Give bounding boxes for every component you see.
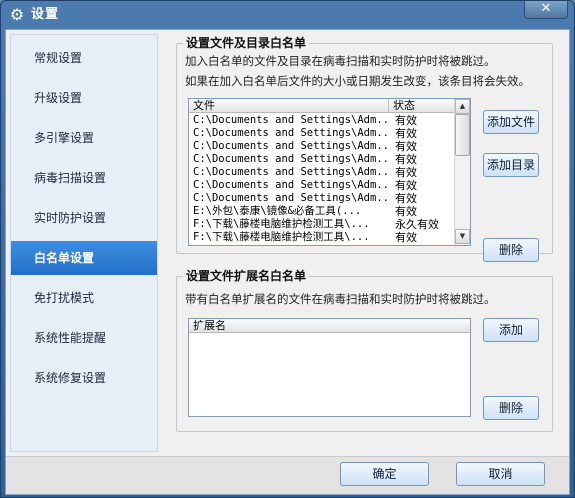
gear-icon: ⚙: [9, 5, 25, 24]
file-list-header: 文件 状态: [189, 99, 455, 113]
file-status: 有效: [395, 205, 417, 218]
table-row[interactable]: F:\下载\藤楼电脑维护检测工具\... 有效: [189, 231, 455, 244]
table-row[interactable]: C:\Documents and Settings\Adm... 有效: [189, 192, 455, 205]
file-status: 有效: [395, 127, 417, 140]
file-status: 有效: [395, 153, 417, 166]
file-path: F:\下载\藤楼电脑维护检测工具\...: [193, 218, 370, 230]
table-row[interactable]: C:\Documents and Settings\Adm... 有效: [189, 114, 455, 127]
extension-whitelist-desc: 带有白名单扩展名的文件在病毒扫描和实时防护时将被跳过。: [185, 292, 496, 306]
file-path: C:\Documents and Settings\Adm...: [193, 127, 387, 139]
extension-whitelist-title: 设置文件扩展名白名单: [183, 268, 310, 284]
sidebar-item-multi-engine[interactable]: 多引擎设置: [11, 121, 157, 155]
sidebar-item-virus-scan[interactable]: 病毒扫描设置: [11, 161, 157, 195]
scroll-thumb[interactable]: [455, 114, 470, 156]
sidebar-item-do-not-disturb[interactable]: 免打扰模式: [11, 281, 157, 315]
file-whitelist-group: 设置文件及目录白名单 加入白名单的文件及目录在病毒扫描和实时防护时将被跳过。 如…: [176, 35, 553, 262]
add-directory-button[interactable]: 添加目录: [483, 153, 539, 177]
column-file[interactable]: 文件: [189, 99, 389, 113]
sidebar-item-performance[interactable]: 系统性能提醒: [11, 321, 157, 355]
delete-file-button[interactable]: 删除: [483, 238, 539, 262]
file-path: E:\外包\泰康\镜像&必备工具(...: [193, 205, 362, 217]
sidebar-item-upgrade[interactable]: 升级设置: [11, 81, 157, 115]
file-path: C:\Documents and Settings\Adm...: [193, 179, 387, 191]
file-path: C:\Documents and Settings\Adm...: [193, 192, 387, 204]
file-whitelist-desc-2: 如果在加入白名单后文件的大小或日期发生改变，该条目将会失效。: [185, 74, 530, 88]
add-extension-button[interactable]: 添加: [483, 318, 539, 342]
column-extension[interactable]: 扩展名: [189, 319, 470, 333]
add-file-button[interactable]: 添加文件: [483, 110, 539, 134]
file-whitelist-title: 设置文件及目录白名单: [183, 35, 310, 51]
table-row[interactable]: C:\Documents and Settings\Adm... 有效: [189, 179, 455, 192]
sidebar-item-general[interactable]: 常规设置: [11, 41, 157, 75]
cancel-button[interactable]: 取消: [456, 462, 545, 486]
title-bar[interactable]: ⚙ 设置 ✕: [1, 1, 574, 29]
window-title: 设置: [31, 7, 60, 22]
file-status: 有效: [395, 192, 417, 205]
file-status: 有效: [395, 166, 417, 179]
scroll-up-icon[interactable]: ▲: [455, 99, 470, 114]
sidebar-item-repair[interactable]: 系统修复设置: [11, 361, 157, 395]
file-status: 永久有效: [395, 218, 439, 231]
table-row[interactable]: C:\Documents and Settings\Adm... 有效: [189, 140, 455, 153]
dialog-footer: 确定 取消: [6, 456, 569, 494]
delete-extension-button[interactable]: 删除: [483, 396, 539, 420]
sidebar-item-realtime[interactable]: 实时防护设置: [11, 201, 157, 235]
file-path: F:\下载\藤楼电脑维护检测工具\...: [193, 231, 370, 243]
table-row[interactable]: C:\Documents and Settings\Adm... 有效: [189, 127, 455, 140]
file-list-scrollbar[interactable]: ▲ ▼: [454, 99, 470, 245]
table-row[interactable]: C:\Documents and Settings\Adm... 有效: [189, 166, 455, 179]
table-row[interactable]: C:\Documents and Settings\Adm... 有效: [189, 153, 455, 166]
file-status: 有效: [395, 140, 417, 153]
sidebar-item-whitelist[interactable]: 白名单设置: [11, 241, 157, 275]
extension-list[interactable]: 扩展名: [188, 318, 471, 417]
file-list[interactable]: 文件 状态 C:\Documents and Settings\Adm... 有效…: [188, 98, 471, 246]
extension-whitelist-group: 设置文件扩展名白名单 带有白名单扩展名的文件在病毒扫描和实时防护时将被跳过。 扩…: [176, 268, 553, 432]
sidebar: 常规设置 升级设置 多引擎设置 病毒扫描设置 实时防护设置 白名单设置 免打扰模…: [10, 34, 158, 452]
file-path: C:\Documents and Settings\Adm...: [193, 153, 387, 165]
file-status: 有效: [395, 179, 417, 192]
close-button[interactable]: ✕: [524, 1, 568, 19]
scroll-down-icon[interactable]: ▼: [455, 229, 470, 244]
ok-button[interactable]: 确定: [340, 462, 429, 486]
file-path: C:\Documents and Settings\Adm...: [193, 140, 387, 152]
file-whitelist-desc-1: 加入白名单的文件及目录在病毒扫描和实时防护时将被跳过。: [185, 54, 496, 68]
table-row[interactable]: E:\外包\泰康\镜像&必备工具(... 有效: [189, 205, 455, 218]
client-area: 常规设置 升级设置 多引擎设置 病毒扫描设置 实时防护设置 白名单设置 免打扰模…: [5, 29, 570, 495]
file-status: 有效: [395, 114, 417, 127]
table-row[interactable]: F:\下载\藤楼电脑维护检测工具\... 永久有效: [189, 218, 455, 231]
column-status[interactable]: 状态: [389, 99, 455, 113]
file-path: C:\Documents and Settings\Adm...: [193, 166, 387, 178]
extension-list-header: 扩展名: [189, 319, 470, 333]
file-status: 有效: [395, 231, 417, 244]
file-path: C:\Documents and Settings\Adm...: [193, 114, 387, 126]
settings-window: ⚙ 设置 ✕ 常规设置 升级设置 多引擎设置 病毒扫描设置 实时防护设置 白名单…: [0, 0, 575, 498]
